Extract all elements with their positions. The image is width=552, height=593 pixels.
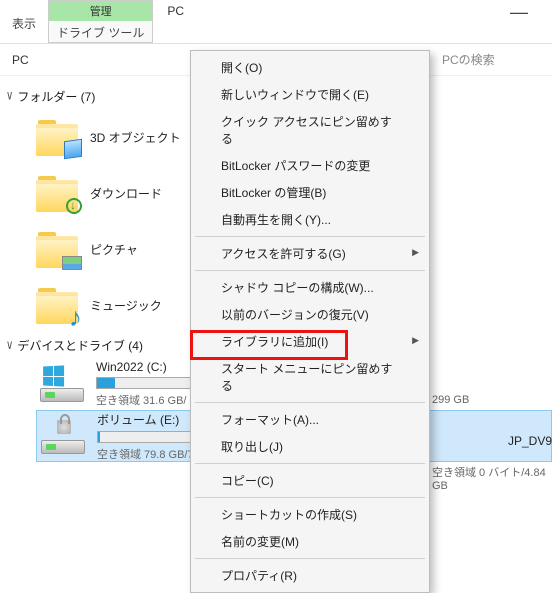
separator <box>195 402 425 403</box>
ribbon: 表示 管理 ドライブ ツール PC — <box>0 0 552 44</box>
minimize-button[interactable]: — <box>486 0 552 43</box>
folder-icon <box>36 118 78 156</box>
ctx-properties[interactable]: プロパティ(R) <box>193 562 427 589</box>
separator <box>195 270 425 271</box>
ctx-open[interactable]: 開く(O) <box>193 54 427 81</box>
drive-icon <box>40 366 84 402</box>
separator <box>195 497 425 498</box>
tab-view[interactable]: 表示 <box>0 0 48 43</box>
ctx-eject[interactable]: 取り出し(J) <box>193 433 427 460</box>
context-menu: 開く(O) 新しいウィンドウで開く(E) クイック アクセスにピン留めする Bi… <box>190 50 430 593</box>
partial-drive-right: 299 GB JP_DV9 空き領域 0 バイト/4.84 GB <box>432 394 552 492</box>
ctx-shadow-copy[interactable]: シャドウ コピーの構成(W)... <box>193 274 427 301</box>
storage-bar <box>97 431 197 443</box>
chevron-down-icon: ∨ <box>6 89 13 103</box>
drive-icon <box>41 418 85 454</box>
breadcrumb[interactable]: PC <box>0 53 41 67</box>
ctx-pin-quick-access[interactable]: クイック アクセスにピン留めする <box>193 108 427 152</box>
ctx-format[interactable]: フォーマット(A)... <box>193 406 427 433</box>
ctx-pin-start[interactable]: スタート メニューにピン留めする <box>193 355 427 399</box>
ctx-restore-previous[interactable]: 以前のバージョンの復元(V) <box>193 301 427 328</box>
ctx-autoplay[interactable]: 自動再生を開く(Y)... <box>193 206 427 233</box>
ctx-rename[interactable]: 名前の変更(M) <box>193 528 427 555</box>
ctx-add-library[interactable]: ライブラリに追加(I) <box>193 328 427 355</box>
window-title: PC <box>153 0 198 43</box>
separator <box>195 463 425 464</box>
folder-icon <box>36 230 78 268</box>
tab-manage[interactable]: 管理 <box>49 1 152 21</box>
folder-icon <box>36 174 78 212</box>
chevron-down-icon: ∨ <box>6 338 13 352</box>
search-input[interactable]: PCの検索 <box>432 51 552 68</box>
separator <box>195 236 425 237</box>
ctx-copy[interactable]: コピー(C) <box>193 467 427 494</box>
ctx-create-shortcut[interactable]: ショートカットの作成(S) <box>193 501 427 528</box>
storage-bar <box>96 377 196 389</box>
tab-drive-tools[interactable]: ドライブ ツール <box>49 21 152 44</box>
separator <box>195 558 425 559</box>
ctx-bitlocker-password[interactable]: BitLocker パスワードの変更 <box>193 152 427 179</box>
tab-drive-tools-group[interactable]: 管理 ドライブ ツール <box>48 0 153 43</box>
ctx-open-new-window[interactable]: 新しいウィンドウで開く(E) <box>193 81 427 108</box>
ctx-bitlocker-manage[interactable]: BitLocker の管理(B) <box>193 179 427 206</box>
folder-icon: ♪ <box>36 286 78 324</box>
ctx-give-access[interactable]: アクセスを許可する(G) <box>193 240 427 267</box>
